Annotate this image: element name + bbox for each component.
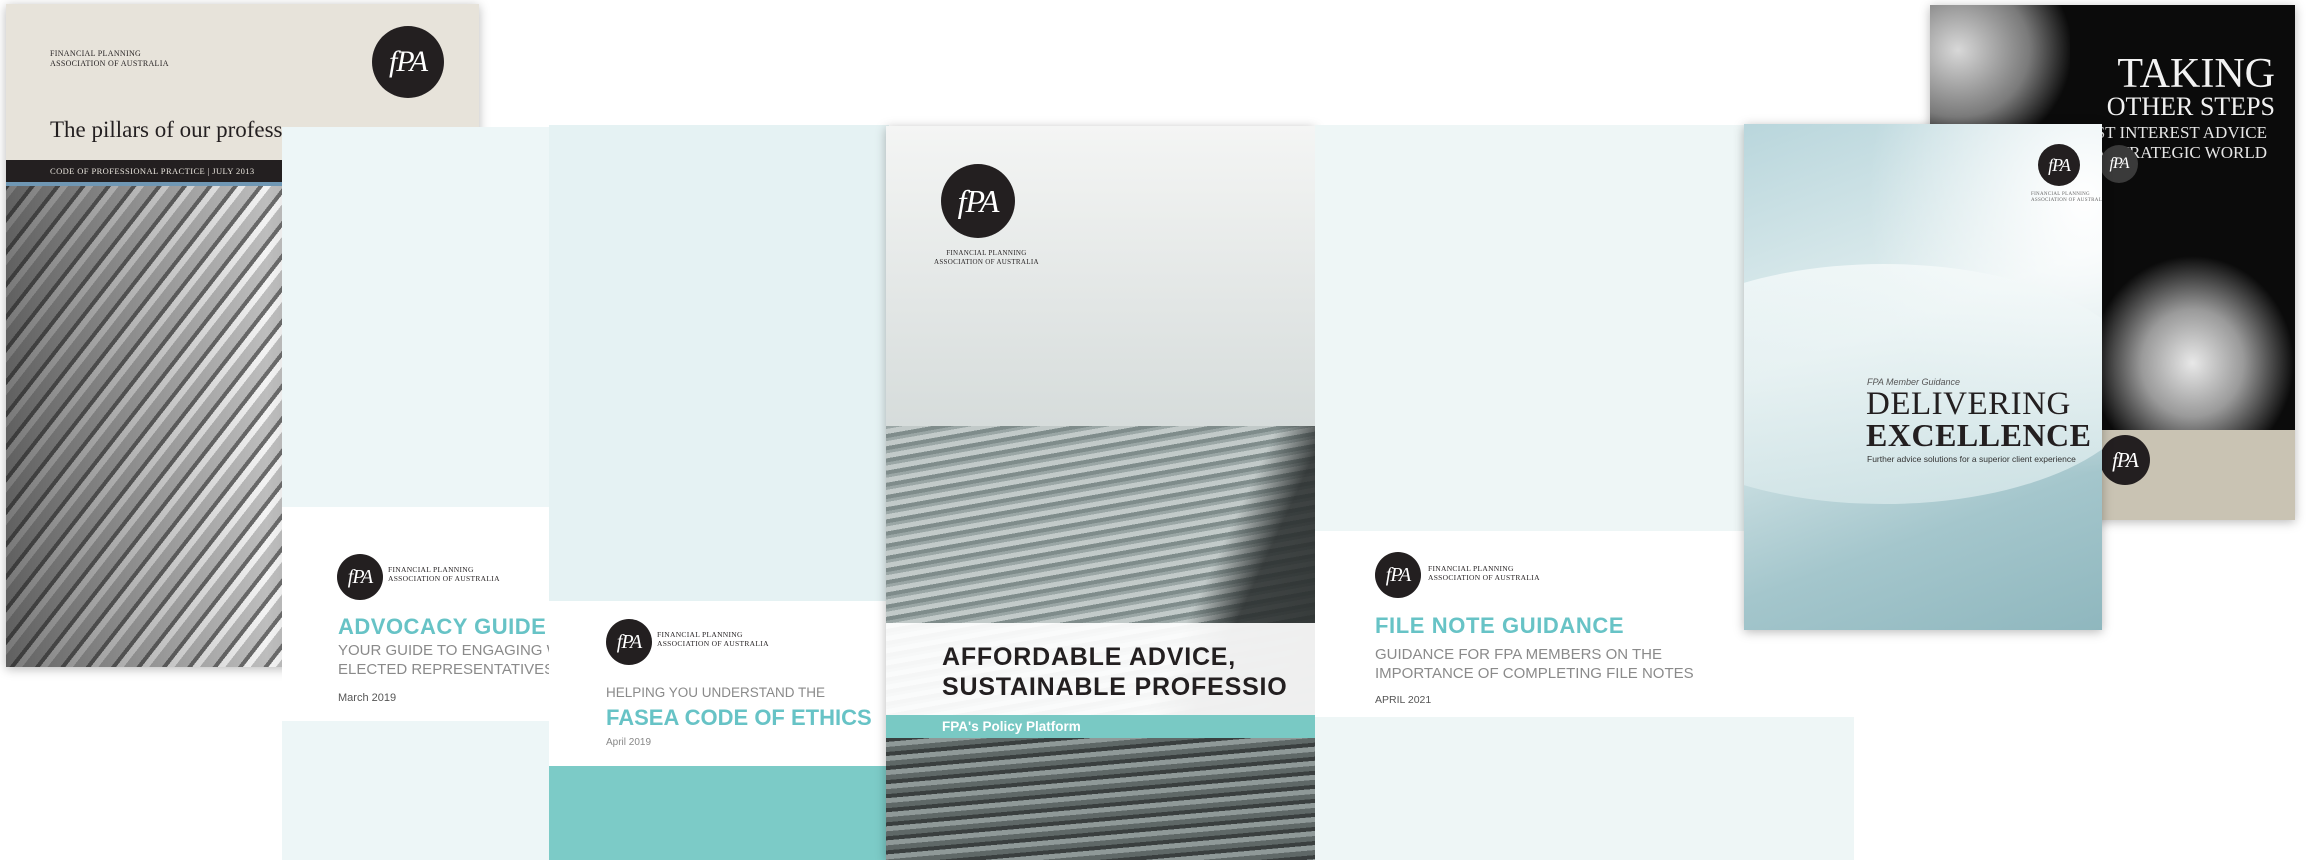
fpa-logo-icon: fPA — [606, 619, 652, 665]
cover-sea-photo-lower — [886, 738, 1315, 860]
fpa-logo-icon: fPA — [941, 164, 1015, 238]
cover-date: March 2019 — [338, 692, 397, 704]
fpa-logo-text: Financial Planning Association of Austra… — [50, 49, 169, 68]
fpa-logo-text: Financial Planning Association of Austra… — [934, 249, 1039, 266]
cover-subtitle: YOUR GUIDE TO ENGAGING W ELECTED REPRESE… — [338, 642, 561, 678]
cover-subtitle: GUIDANCE FOR FPA MEMBERS ON THE IMPORTAN… — [1375, 646, 1694, 682]
cover-teal-block — [549, 766, 889, 860]
cover-title: ADVOCACY GUIDE — [338, 614, 547, 639]
fpa-logo-text: Financial Planning Association of Austra… — [2031, 192, 2102, 204]
cover-date: APRIL 2021 — [1375, 694, 1432, 706]
cover-title: FILE NOTE GUIDANCE — [1375, 613, 1625, 638]
cover-title: The pillars of our profess — [50, 117, 283, 142]
fpa-logo-icon: fPA — [372, 26, 444, 98]
fpa-logo-icon: fPA — [1375, 552, 1421, 598]
cover-subtitle: Further advice solutions for a superior … — [1867, 454, 2076, 464]
cover-chess-photo — [2090, 255, 2295, 435]
fpa-logo-text: Financial Planning Association of Austra… — [1428, 564, 1540, 583]
cover-kicker: HELPING YOU UNDERSTAND THE — [606, 685, 826, 700]
cover-title: DELIVERING EXCELLENCE — [1866, 386, 2092, 454]
cover-title: FASEA CODE OF ETHICS — [606, 705, 872, 730]
cover-title: AFFORDABLE ADVICE, SUSTAINABLE PROFESSIO — [942, 643, 1288, 701]
cover-title: TAKING OTHER STEPS — [2106, 51, 2275, 121]
document-cover-affordable-advice: fPA Financial Planning Association of Au… — [886, 126, 1315, 860]
fpa-logo-icon: fPA — [2100, 435, 2150, 485]
document-cover-delivering-excellence: fPA Financial Planning Association of Au… — [1744, 124, 2102, 630]
fpa-logo-icon: fPA — [2100, 145, 2138, 183]
cover-date: April 2019 — [606, 737, 652, 748]
fpa-logo-icon: fPA — [2038, 144, 2080, 186]
cover-bar-text: FPA's Policy Platform — [886, 715, 1315, 738]
document-cover-fasea: fPA Financial Planning Association of Au… — [549, 125, 889, 860]
fpa-logo-text: Financial Planning Association of Austra… — [657, 630, 769, 649]
cover-white-panel — [549, 601, 889, 766]
fpa-logo-text: Financial Planning Association of Austra… — [388, 565, 500, 584]
cover-sky — [886, 126, 1315, 426]
fpa-logo-icon: fPA — [337, 554, 383, 600]
